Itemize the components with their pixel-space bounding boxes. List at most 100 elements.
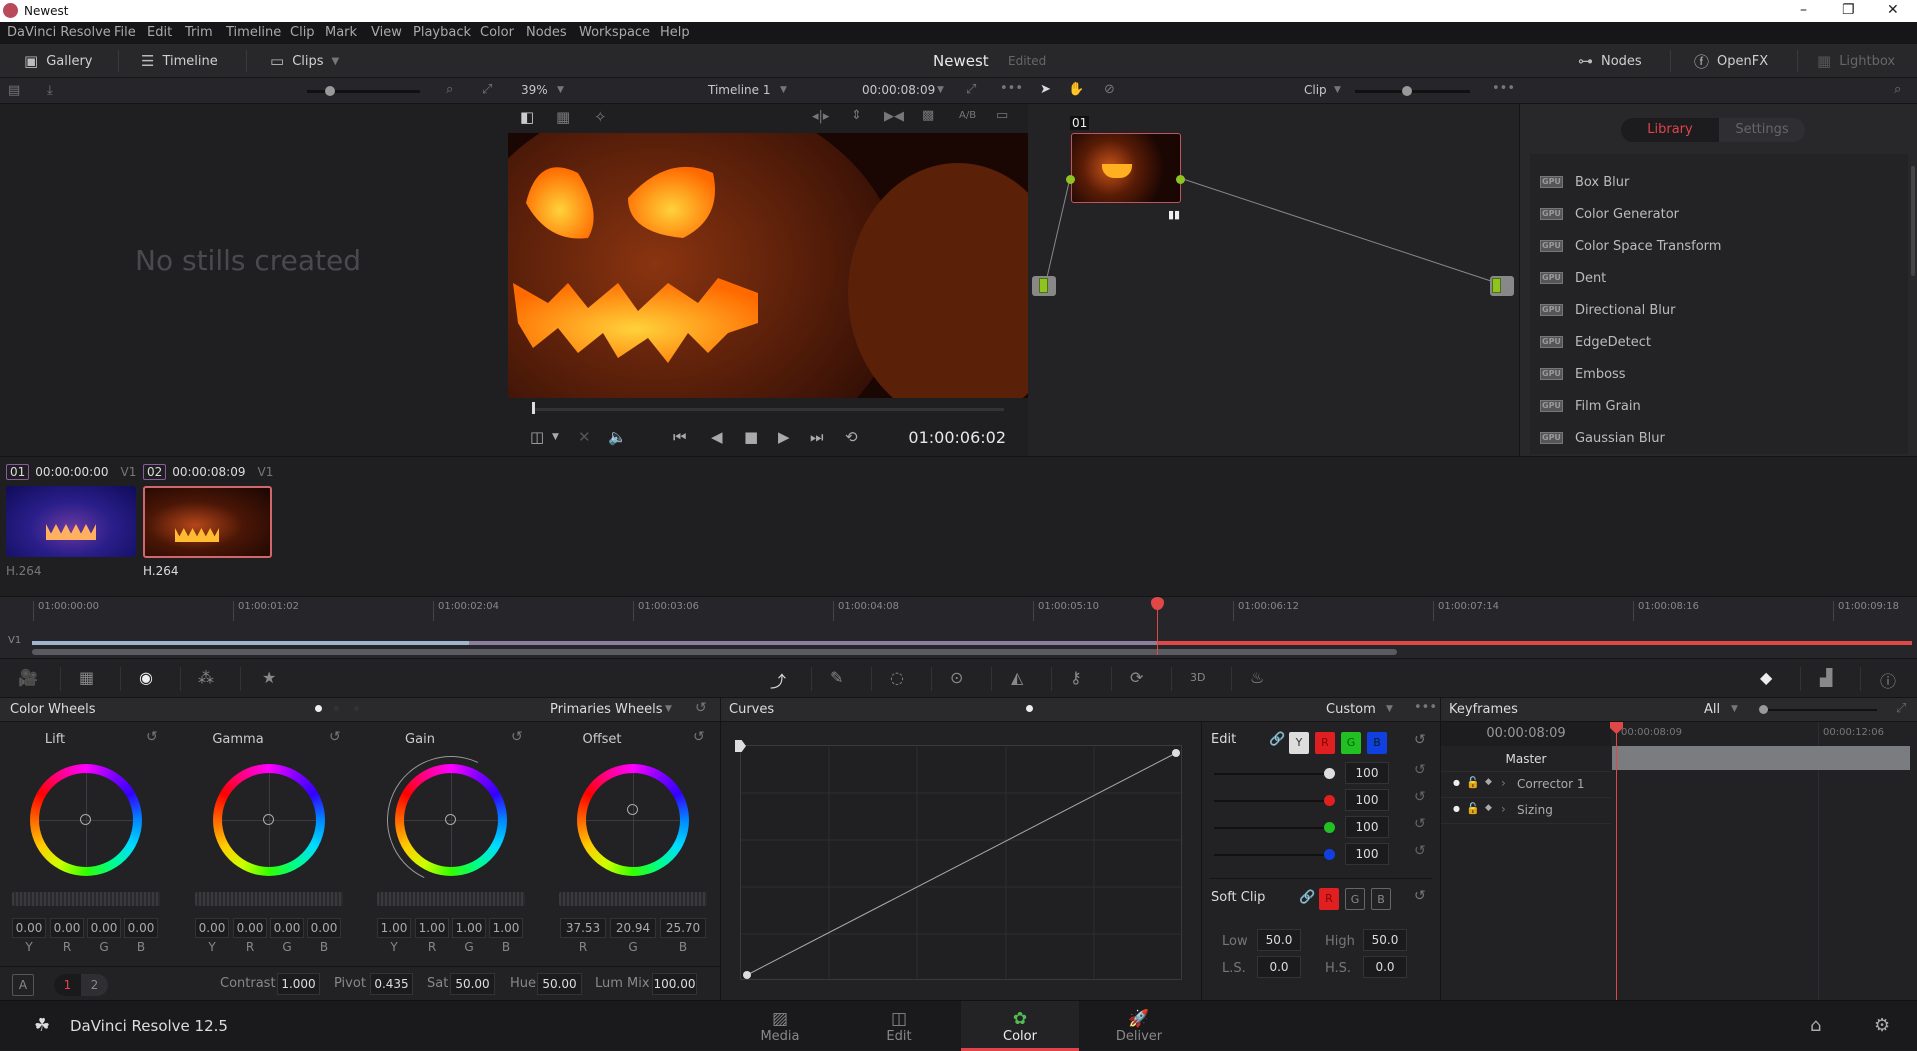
lift-y[interactable]: 0.00: [12, 918, 46, 938]
curves-icon[interactable]: ⤴: [770, 668, 786, 692]
slider-knob[interactable]: [325, 86, 335, 96]
lock-icon[interactable]: 🔓: [1466, 802, 1480, 815]
chevron-down-icon[interactable]: ▼: [557, 85, 564, 95]
enable-dot-icon[interactable]: ●: [1453, 778, 1460, 787]
softclip-r-button[interactable]: R: [1319, 888, 1339, 910]
reset-icon[interactable]: ↺: [693, 729, 705, 745]
keyframe-diamond-icon[interactable]: ◆: [1485, 777, 1492, 787]
lum-mix-field[interactable]: 100.00: [652, 973, 697, 995]
enable-dot-icon[interactable]: ●: [1453, 804, 1460, 813]
color-wheel[interactable]: [577, 764, 689, 876]
master-wheel[interactable]: [377, 892, 525, 906]
search-icon[interactable]: ⌕: [446, 82, 453, 97]
fx-item[interactable]: GPU Film Grain: [1540, 396, 1641, 416]
contrast-field[interactable]: 1.000: [277, 973, 320, 995]
node-editor[interactable]: 01 ▮▮: [1028, 104, 1519, 456]
clips-button[interactable]: ▭ Clips ▼: [270, 44, 339, 78]
node-zoom-slider[interactable]: [1355, 86, 1470, 96]
clip-bar-active[interactable]: [1158, 641, 1912, 645]
magic-wand-icon[interactable]: ✧: [594, 108, 607, 126]
slider-knob[interactable]: [1324, 768, 1335, 779]
page-color[interactable]: ✿ Color: [961, 1001, 1079, 1051]
intensity-b[interactable]: 100: [1345, 843, 1389, 865]
gain-y[interactable]: 1.00: [377, 918, 411, 938]
chevron-down-icon[interactable]: ▼: [937, 85, 944, 95]
keyframe-zoom-slider[interactable]: [1759, 705, 1877, 714]
track-sizing[interactable]: ● 🔓 ◆ › Sizing: [1441, 798, 1611, 824]
camera-raw-icon[interactable]: 🎥: [18, 668, 38, 687]
menu-help[interactable]: Help: [660, 25, 690, 40]
intensity-slider-y[interactable]: [1214, 768, 1335, 779]
reset-icon[interactable]: ↺: [511, 729, 523, 745]
curve-mode-selector[interactable]: Custom: [1326, 702, 1376, 717]
slider-knob[interactable]: [1324, 849, 1335, 860]
output-node[interactable]: [1490, 276, 1514, 296]
fx-item[interactable]: GPU Color Space Transform: [1540, 236, 1721, 256]
page-edit[interactable]: ◫ Edit: [840, 1001, 958, 1051]
tab-settings[interactable]: Settings: [1719, 118, 1805, 142]
lock-icon[interactable]: 🔓: [1466, 776, 1480, 789]
mini-timeline[interactable]: 01:00:00:00 01:00:01:02 01:00:02:04 01:0…: [0, 596, 1917, 658]
hue-field[interactable]: 50.00: [537, 973, 582, 995]
sizing-icon[interactable]: ⟳: [1130, 668, 1143, 687]
track-corrector[interactable]: ● 🔓 ◆ › Corrector 1: [1441, 772, 1611, 798]
nodes-button[interactable]: ⊶ Nodes: [1578, 44, 1642, 78]
scopes-icon[interactable]: ▟: [1820, 668, 1832, 687]
window-icon[interactable]: ◌: [890, 668, 904, 687]
fullscreen-icon[interactable]: ⤢: [482, 82, 492, 97]
menu-workspace[interactable]: Workspace: [579, 25, 650, 40]
gain-r[interactable]: 1.00: [415, 918, 449, 938]
channel-b-button[interactable]: B: [1367, 732, 1387, 754]
page-2[interactable]: 2: [81, 974, 108, 996]
slider-knob[interactable]: [1402, 86, 1412, 96]
gain-g[interactable]: 1.00: [452, 918, 486, 938]
menu-edit[interactable]: Edit: [147, 25, 172, 40]
stop-icon[interactable]: ■: [744, 428, 758, 446]
pointer-icon[interactable]: ➤: [1040, 82, 1051, 97]
search-icon[interactable]: ⌕: [1894, 82, 1901, 97]
viewer-image[interactable]: [508, 133, 1028, 398]
fx-fire-icon[interactable]: ♨: [1250, 668, 1264, 687]
viewer-mode-icon[interactable]: ◫: [530, 428, 544, 446]
tracker-icon[interactable]: ⊙: [950, 668, 963, 687]
keyframe-diamond-icon[interactable]: ◆: [1485, 803, 1492, 813]
channel-g-button[interactable]: G: [1341, 732, 1361, 754]
split-horizontal-icon[interactable]: ◂|▸: [812, 109, 829, 124]
grid-icon[interactable]: ▦: [556, 108, 570, 126]
restore-icon[interactable]: ❐: [1842, 2, 1855, 18]
intensity-g[interactable]: 100: [1345, 816, 1389, 838]
master-wheel[interactable]: [559, 892, 707, 906]
lightbox-button[interactable]: ▦ Lightbox: [1817, 44, 1895, 78]
scrollbar[interactable]: [1911, 166, 1915, 276]
zoom-level[interactable]: 39%: [521, 83, 548, 97]
wheel-puck[interactable]: [263, 814, 274, 825]
sidebar-toggle-icon[interactable]: ▤: [8, 83, 20, 98]
slider-knob[interactable]: [1324, 822, 1335, 833]
reset-icon[interactable]: ↺: [1414, 762, 1426, 778]
wheel-puck[interactable]: [80, 814, 91, 825]
softclip-g-button[interactable]: G: [1345, 888, 1365, 910]
more-icon[interactable]: •••: [1492, 81, 1515, 96]
chevron-down-icon[interactable]: ▼: [1334, 85, 1341, 95]
menu-clip[interactable]: Clip: [290, 25, 315, 40]
overlay-icon[interactable]: ▭: [996, 108, 1008, 123]
page-dot-active[interactable]: [1026, 705, 1033, 712]
bypass-icon[interactable]: ⊘: [1104, 82, 1115, 97]
reverse-icon[interactable]: ◀: [711, 428, 723, 446]
node-01[interactable]: [1071, 133, 1181, 203]
reset-icon[interactable]: ↺: [1414, 816, 1426, 832]
playhead-marker[interactable]: [1151, 597, 1164, 610]
grab-still-icon[interactable]: ⤓: [47, 83, 53, 98]
color-wheel[interactable]: [30, 764, 142, 876]
menu-mark[interactable]: Mark: [325, 25, 357, 40]
chevron-down-icon[interactable]: ▼: [1386, 704, 1393, 714]
chevron-down-icon[interactable]: ▼: [1731, 704, 1738, 714]
softclip-b-button[interactable]: B: [1371, 888, 1391, 910]
reset-icon[interactable]: ↺: [329, 729, 341, 745]
info-icon[interactable]: ⓘ: [1880, 668, 1896, 692]
openfx-button[interactable]: ⓕ OpenFX: [1694, 44, 1768, 78]
node-output-port[interactable]: [1176, 175, 1185, 184]
gallery-zoom-slider[interactable]: [307, 86, 420, 96]
loop-icon[interactable]: ⟲: [845, 428, 858, 446]
keyframe-playhead-line[interactable]: [1616, 722, 1617, 1000]
